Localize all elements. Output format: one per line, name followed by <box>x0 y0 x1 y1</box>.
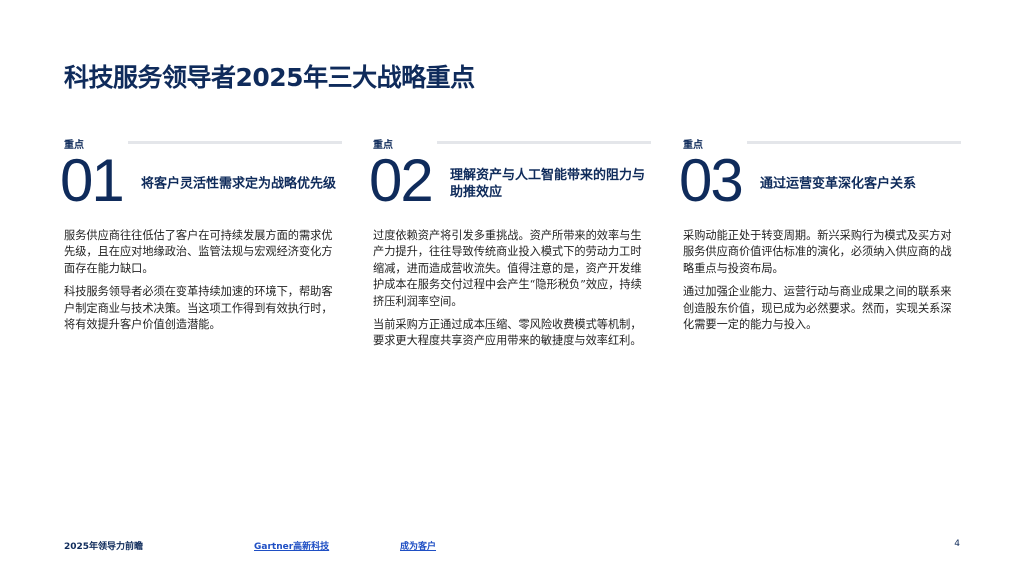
divider-rule <box>437 141 651 144</box>
focus-heading: 将客户灵活性需求定为战略优先级 <box>141 176 337 192</box>
focus-heading: 理解资产与人工智能带来的阻力与助推效应 <box>450 168 646 200</box>
body-paragraph: 科技服务领导者必须在变革持续加速的环境下，帮助客户制定商业与技术决策。当这项工作… <box>64 285 333 332</box>
divider-rule <box>128 141 342 144</box>
become-client-link[interactable]: 成为客户 <box>400 539 436 552</box>
focus-body: 采购动能正处于转变周期。新兴采购行为模式及买方对服务供应商价值评估标准的演化，必… <box>683 228 955 333</box>
body-paragraph: 通过加强企业能力、运营行动与商业成果之间的联系来创造股东价值，现已成为必然要求。… <box>683 285 952 332</box>
focus-number-row: 03 通过运营变革深化客户关系 <box>679 150 961 214</box>
focus-number: 02 <box>369 147 434 214</box>
page-title: 科技服务领导者2025年三大战略重点 <box>64 63 475 92</box>
body-paragraph: 服务供应商往往低估了客户在可持续发展方面的需求优先级，且在应对地缘政治、监管法规… <box>64 229 333 275</box>
focus-number-row: 01 将客户灵活性需求定为战略优先级 <box>60 150 342 214</box>
body-paragraph: 当前采购方正通过成本压缩、零风险收费模式等机制，要求更大程度共享资产应用带来的敏… <box>373 318 642 348</box>
gartner-tech-link[interactable]: Gartner高新科技 <box>254 539 329 552</box>
page-number: 4 <box>954 539 960 549</box>
footer-label: 2025年领导力前瞻 <box>64 542 144 552</box>
focus-area-1: 重点 01 将客户灵活性需求定为战略优先级 服务供应商往往低估了客户在可持续发展… <box>60 136 342 340</box>
body-paragraph: 过度依赖资产将引发多重挑战。资产所带来的效率与生产力提升，往往导致传统商业投入模… <box>373 229 642 308</box>
focus-body: 过度依赖资产将引发多重挑战。资产所带来的效率与生产力提升，往往导致传统商业投入模… <box>373 228 645 350</box>
focus-number-row: 02 理解资产与人工智能带来的阻力与助推效应 <box>369 150 651 214</box>
focus-number: 01 <box>60 147 125 214</box>
body-paragraph: 采购动能正处于转变周期。新兴采购行为模式及买方对服务供应商价值评估标准的演化，必… <box>683 229 952 275</box>
focus-body: 服务供应商往往低估了客户在可持续发展方面的需求优先级，且在应对地缘政治、监管法规… <box>64 228 336 333</box>
page-footer: 2025年领导力前瞻 Gartner高新科技 成为客户 4 <box>0 539 1024 555</box>
focus-heading: 通过运营变革深化客户关系 <box>760 176 917 192</box>
focus-area-2: 重点 02 理解资产与人工智能带来的阻力与助推效应 过度依赖资产将引发多重挑战。… <box>369 136 651 357</box>
divider-rule <box>747 141 961 144</box>
focus-area-3: 重点 03 通过运营变革深化客户关系 采购动能正处于转变周期。新兴采购行为模式及… <box>679 136 961 340</box>
focus-number: 03 <box>679 147 744 214</box>
